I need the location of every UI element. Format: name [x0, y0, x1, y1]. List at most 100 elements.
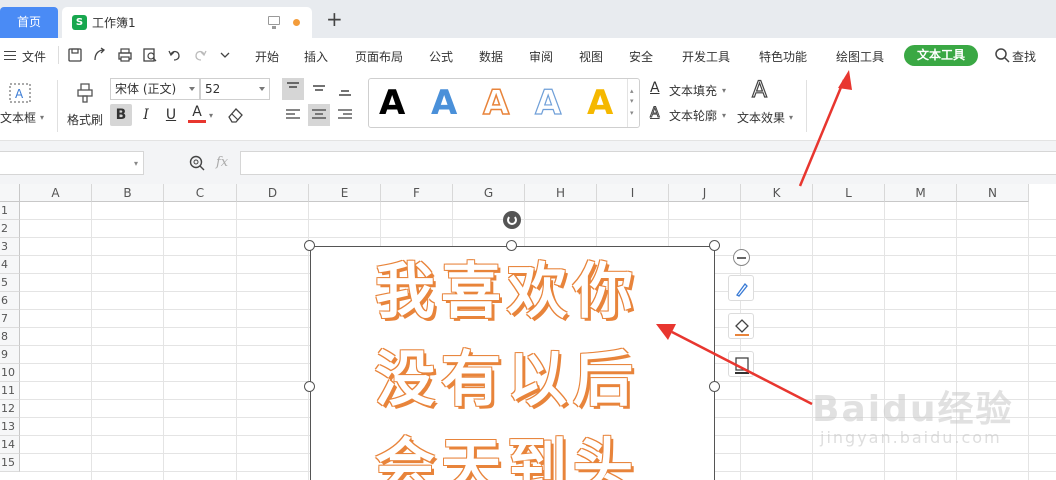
- fx-icon[interactable]: fx: [216, 155, 228, 170]
- resize-handle-middle-right[interactable]: [709, 381, 720, 392]
- menu-view[interactable]: 视图: [579, 48, 603, 65]
- column-header[interactable]: F: [381, 184, 453, 202]
- style-preset-blue-outline[interactable]: A: [534, 82, 562, 123]
- column-header[interactable]: D: [237, 184, 309, 202]
- text-effects-button[interactable]: A 文本效果 ▾: [735, 77, 799, 130]
- menu-insert[interactable]: 插入: [304, 48, 328, 65]
- text-fill-button[interactable]: A 文本填充 ▾: [650, 80, 730, 100]
- column-header[interactable]: E: [309, 184, 381, 202]
- formula-input[interactable]: [240, 151, 1056, 175]
- column-header[interactable]: M: [885, 184, 957, 202]
- menu-security[interactable]: 安全: [629, 48, 653, 65]
- menu-file[interactable]: 文件: [22, 48, 46, 65]
- column-header[interactable]: G: [453, 184, 525, 202]
- new-tab-button[interactable]: +: [326, 9, 343, 29]
- resize-handle-middle-left[interactable]: [304, 381, 315, 392]
- row-header[interactable]: 14: [0, 436, 20, 454]
- shape-outline-icon: [735, 357, 749, 374]
- align-right-icon[interactable]: [334, 104, 356, 126]
- redo-icon[interactable]: [191, 46, 209, 64]
- column-header[interactable]: L: [813, 184, 885, 202]
- row-header[interactable]: 7: [0, 310, 20, 328]
- save-icon[interactable]: [66, 46, 84, 64]
- collapse-toolbar-icon[interactable]: [733, 249, 750, 266]
- export-icon[interactable]: [91, 46, 109, 64]
- row-header[interactable]: 1: [0, 202, 20, 220]
- row-header[interactable]: 11: [0, 382, 20, 400]
- column-header[interactable]: K: [741, 184, 813, 202]
- gallery-scroll[interactable]: ▴ ▾ ▾: [627, 79, 639, 127]
- tab-home[interactable]: 首页: [0, 7, 58, 38]
- column-header[interactable]: C: [164, 184, 237, 202]
- quick-access-dropdown-icon[interactable]: [216, 46, 234, 64]
- menu-special-features[interactable]: 特色功能: [759, 48, 807, 65]
- fill-button[interactable]: [728, 313, 754, 339]
- column-header[interactable]: J: [669, 184, 741, 202]
- menu-developer[interactable]: 开发工具: [682, 48, 730, 65]
- resize-handle-top-center[interactable]: [506, 240, 517, 251]
- row-header[interactable]: 2: [0, 220, 20, 238]
- align-left-icon[interactable]: [282, 104, 304, 126]
- row-header[interactable]: 12: [0, 400, 20, 418]
- font-family-select[interactable]: 宋体 (正文): [110, 78, 200, 100]
- resize-handle-top-left[interactable]: [304, 240, 315, 251]
- column-header[interactable]: H: [525, 184, 597, 202]
- monitor-icon[interactable]: [268, 16, 280, 29]
- font-color-button[interactable]: A: [188, 103, 206, 123]
- menu-formulas[interactable]: 公式: [429, 48, 453, 65]
- menu-home[interactable]: 开始: [255, 48, 279, 65]
- undo-icon[interactable]: [166, 46, 184, 64]
- print-icon[interactable]: [116, 46, 134, 64]
- tab-workbook-label: 工作簿1: [92, 16, 136, 30]
- menu-text-tools[interactable]: 文本工具: [904, 45, 978, 66]
- rotate-handle-icon[interactable]: [503, 211, 521, 229]
- print-preview-icon[interactable]: [141, 46, 159, 64]
- bold-button[interactable]: B: [110, 104, 132, 126]
- column-header[interactable]: I: [597, 184, 669, 202]
- tab-workbook[interactable]: S 工作簿1: [62, 7, 312, 38]
- align-top-icon[interactable]: [282, 78, 304, 100]
- menu-data[interactable]: 数据: [479, 48, 503, 65]
- textbox-line-1: 我喜欢你: [375, 257, 639, 327]
- row-header[interactable]: 4: [0, 256, 20, 274]
- textbox-button[interactable]: A 文本框 ▾: [0, 78, 50, 130]
- clear-format-icon[interactable]: [226, 106, 246, 124]
- select-all-corner[interactable]: [0, 184, 20, 202]
- spreadsheet-icon: S: [72, 15, 87, 30]
- text-outline-button[interactable]: A 文本轮廓 ▾: [650, 105, 730, 125]
- style-preset-gold[interactable]: A: [587, 83, 613, 123]
- row-header[interactable]: 6: [0, 292, 20, 310]
- row-header[interactable]: 13: [0, 418, 20, 436]
- row-header[interactable]: 5: [0, 274, 20, 292]
- menu-review[interactable]: 审阅: [529, 48, 553, 65]
- column-header[interactable]: B: [92, 184, 164, 202]
- style-preset-orange-outline[interactable]: A: [482, 82, 510, 124]
- row-header[interactable]: 3: [0, 238, 20, 256]
- row-header[interactable]: 10: [0, 364, 20, 382]
- menu-drawing-tools[interactable]: 绘图工具: [836, 48, 884, 65]
- italic-button[interactable]: I: [135, 104, 157, 126]
- row-header[interactable]: 9: [0, 346, 20, 364]
- style-preset-black[interactable]: A: [379, 83, 405, 123]
- font-size-select[interactable]: 52: [200, 78, 270, 100]
- style-preset-blue[interactable]: A: [431, 83, 457, 123]
- zoom-function-icon[interactable]: [188, 154, 206, 172]
- hamburger-icon[interactable]: [4, 51, 16, 60]
- style-brush-button[interactable]: [728, 275, 754, 301]
- align-middle-icon[interactable]: [308, 78, 330, 100]
- column-header[interactable]: A: [20, 184, 92, 202]
- align-center-icon[interactable]: [308, 104, 330, 126]
- menu-page-layout[interactable]: 页面布局: [355, 48, 403, 65]
- row-header[interactable]: 15: [0, 454, 20, 472]
- search-icon[interactable]: [994, 47, 1010, 63]
- format-painter-button[interactable]: 格式刷: [64, 78, 106, 130]
- underline-button[interactable]: U: [160, 104, 182, 126]
- outline-button[interactable]: [728, 351, 754, 377]
- menu-search[interactable]: 查找: [1012, 48, 1036, 65]
- align-bottom-icon[interactable]: [334, 78, 356, 100]
- resize-handle-top-right[interactable]: [709, 240, 720, 251]
- name-box[interactable]: ▾: [0, 151, 144, 175]
- row-header[interactable]: 8: [0, 328, 20, 346]
- spreadsheet-app: 首页 S 工作簿1 + 文件 开始 插入 页面布局 公式 数据 审阅 视图 安全…: [0, 0, 1056, 480]
- column-header[interactable]: N: [957, 184, 1029, 202]
